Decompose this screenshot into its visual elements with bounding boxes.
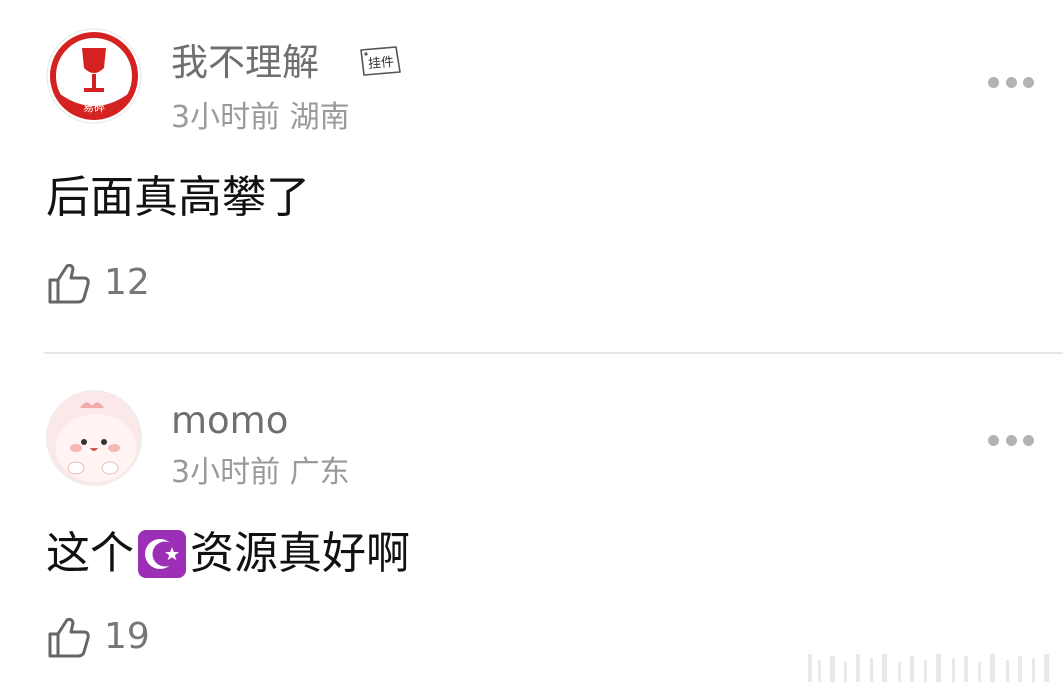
more-options-button[interactable] bbox=[988, 76, 1034, 88]
comment-text: 这个 资源真好啊 bbox=[46, 528, 410, 580]
pendant-badge[interactable]: 挂件 bbox=[358, 44, 402, 82]
comment-location: 广东 bbox=[289, 455, 350, 490]
comment-text-after: 资源真好啊 bbox=[190, 528, 410, 579]
watermark bbox=[808, 646, 1058, 682]
dot-icon bbox=[1005, 76, 1017, 88]
more-options-button[interactable] bbox=[988, 434, 1034, 446]
dot-icon bbox=[988, 434, 999, 446]
comment-time: 3小时前 bbox=[171, 455, 281, 490]
star-and-crescent-emoji bbox=[136, 528, 188, 580]
comment-meta: 3小时前 广东 bbox=[171, 458, 350, 488]
thumbs-up-icon bbox=[48, 617, 90, 658]
avatar[interactable] bbox=[46, 390, 142, 486]
avatar[interactable]: 易碎 bbox=[46, 28, 142, 124]
like-count: 12 bbox=[104, 262, 150, 303]
dot-icon bbox=[1023, 434, 1034, 446]
like-button[interactable]: 12 bbox=[46, 258, 150, 308]
comment-item: 易碎 我不理解 挂件 3小时前 湖南 后面真高攀了 12 bbox=[0, 0, 1063, 352]
dot-icon bbox=[1023, 76, 1034, 88]
username[interactable]: 我不理解 bbox=[171, 44, 319, 81]
comment-location: 湖南 bbox=[289, 100, 350, 135]
comment-meta: 3小时前 湖南 bbox=[171, 103, 350, 133]
tag-icon: 挂件 bbox=[360, 46, 401, 76]
dot-icon bbox=[1005, 434, 1017, 446]
like-button[interactable]: 19 bbox=[46, 612, 150, 662]
dot-icon bbox=[988, 76, 999, 88]
fragile-glass-icon: 易碎 bbox=[46, 28, 142, 124]
thumbs-up-icon bbox=[48, 263, 90, 304]
cute-pink-character-avatar bbox=[46, 390, 142, 486]
comment-text: 后面真高攀了 bbox=[46, 172, 310, 223]
svg-text:挂件: 挂件 bbox=[368, 55, 395, 72]
comment-text-before: 这个 bbox=[46, 528, 134, 579]
svg-text:易碎: 易碎 bbox=[83, 100, 105, 114]
username[interactable]: momo bbox=[171, 402, 288, 439]
like-count: 19 bbox=[104, 616, 150, 657]
comment-time: 3小时前 bbox=[171, 100, 281, 135]
watermark-bars-icon bbox=[808, 654, 1049, 682]
comment-item: momo 3小时前 广东 这个 资源真好啊 19 bbox=[0, 354, 1063, 688]
